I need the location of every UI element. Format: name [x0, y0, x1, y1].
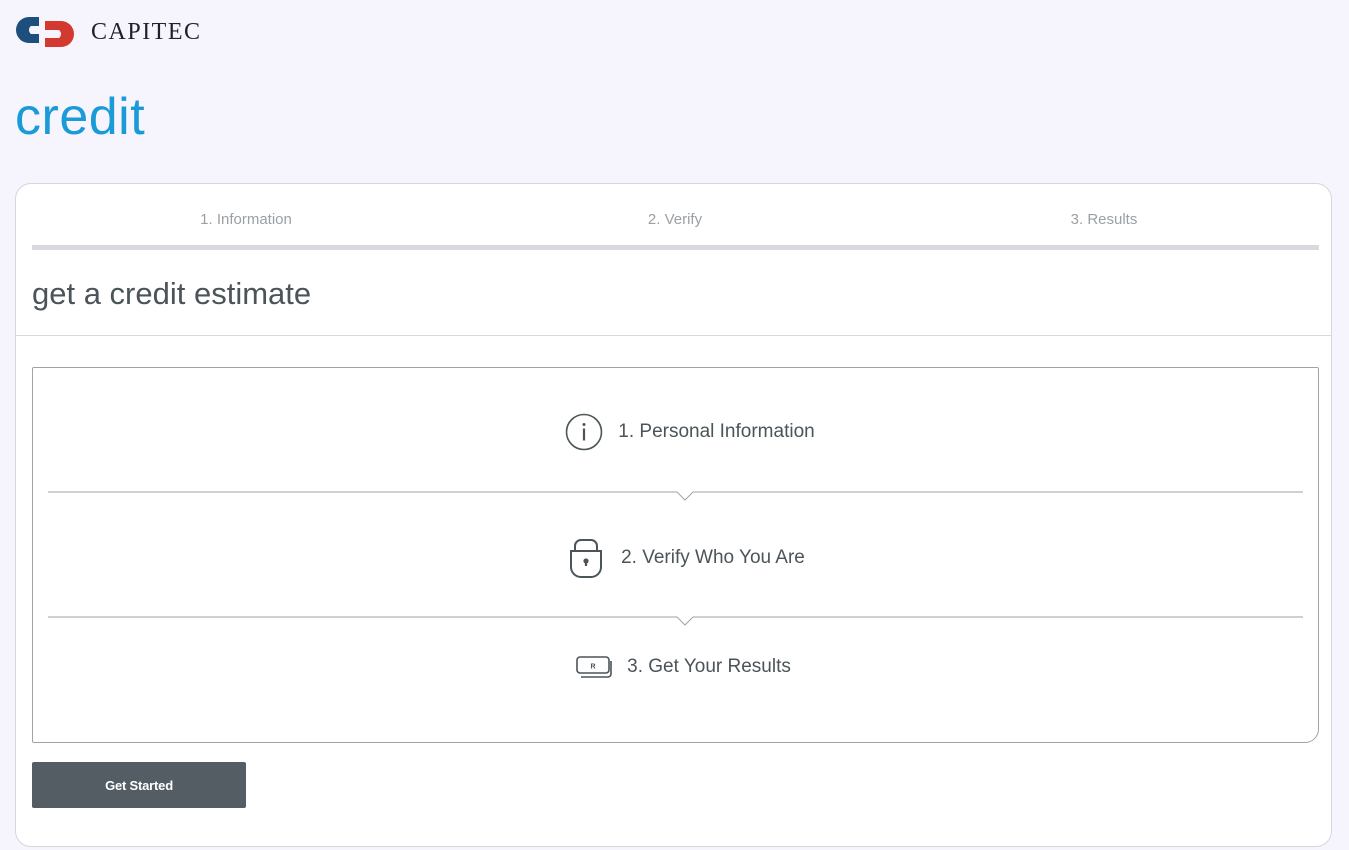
card-heading: get a credit estimate [32, 276, 312, 311]
progress-steps: 1. Information 2. Verify 3. Results [32, 184, 1319, 252]
overview-item-label: 3. Get Your Results [627, 656, 791, 677]
section-divider-arrow [48, 491, 1303, 501]
steps-overview-box: 1. Personal Information 2. Verify Who Yo… [32, 367, 1319, 743]
progress-step-information: 1. Information [200, 211, 292, 228]
progress-step-verify: 2. Verify [647, 211, 703, 228]
banknote-symbol: R [591, 664, 596, 671]
card-divider [16, 335, 1331, 336]
progress-step-results: 3. Results [1070, 211, 1138, 228]
overview-item-label: 2. Verify Who You Are [621, 547, 805, 568]
brand-name: CAPITEC [91, 19, 202, 45]
banknotes-icon: R [576, 656, 612, 678]
progress-bar [32, 245, 1319, 250]
credit-estimate-card: 1. Information 2. Verify 3. Results get … [15, 183, 1332, 847]
info-circle-icon [565, 413, 603, 451]
padlock-icon [570, 539, 603, 578]
overview-item-verify: 2. Verify Who You Are [33, 536, 1318, 580]
overview-item-personal-information: 1. Personal Information [33, 412, 1318, 452]
overview-item-results: R 3. Get Your Results [33, 653, 1318, 681]
header: CAPITEC [15, 14, 202, 50]
overview-item-label: 1. Personal Information [618, 421, 815, 442]
section-divider-arrow [48, 616, 1303, 626]
get-started-button[interactable]: Get Started [32, 762, 246, 808]
capitec-logo-icon[interactable] [15, 14, 77, 50]
page-title: credit [15, 88, 146, 146]
